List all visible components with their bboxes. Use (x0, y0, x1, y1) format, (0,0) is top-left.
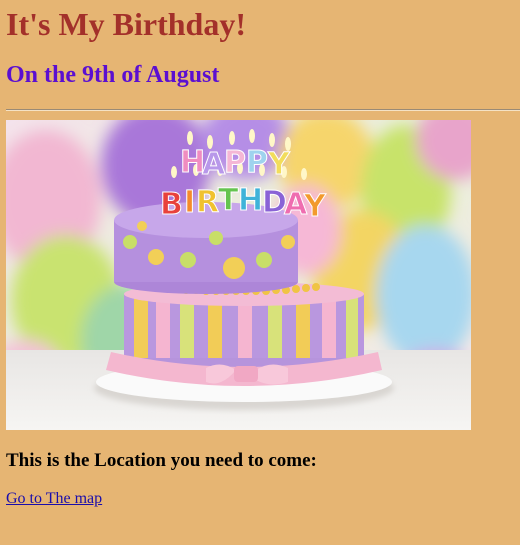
location-heading: This is the Location you need to come: (6, 450, 317, 471)
svg-text:I: I (184, 185, 195, 220)
birthday-candle-letters: B I R T H D A Y (160, 183, 328, 225)
svg-text:P: P (224, 145, 246, 180)
svg-text:P: P (246, 145, 268, 180)
svg-text:T: T (218, 183, 239, 218)
svg-text:H: H (238, 183, 263, 218)
birthday-cake-photo: H A P P Y B I R T H D A Y (6, 120, 471, 430)
horizontal-divider (6, 109, 520, 111)
happy-candle-letters: H A P P Y (180, 145, 292, 183)
svg-text:R: R (196, 185, 219, 220)
page-title: It's My Birthday! (6, 6, 246, 42)
svg-text:A: A (202, 147, 226, 182)
svg-text:B: B (160, 187, 183, 222)
map-link[interactable]: Go to The map (6, 489, 102, 509)
page-subtitle-date: On the 9th of August (6, 62, 220, 88)
svg-text:Y: Y (267, 147, 291, 182)
svg-text:Y: Y (303, 189, 327, 224)
cake-bottom-tier (124, 282, 364, 372)
